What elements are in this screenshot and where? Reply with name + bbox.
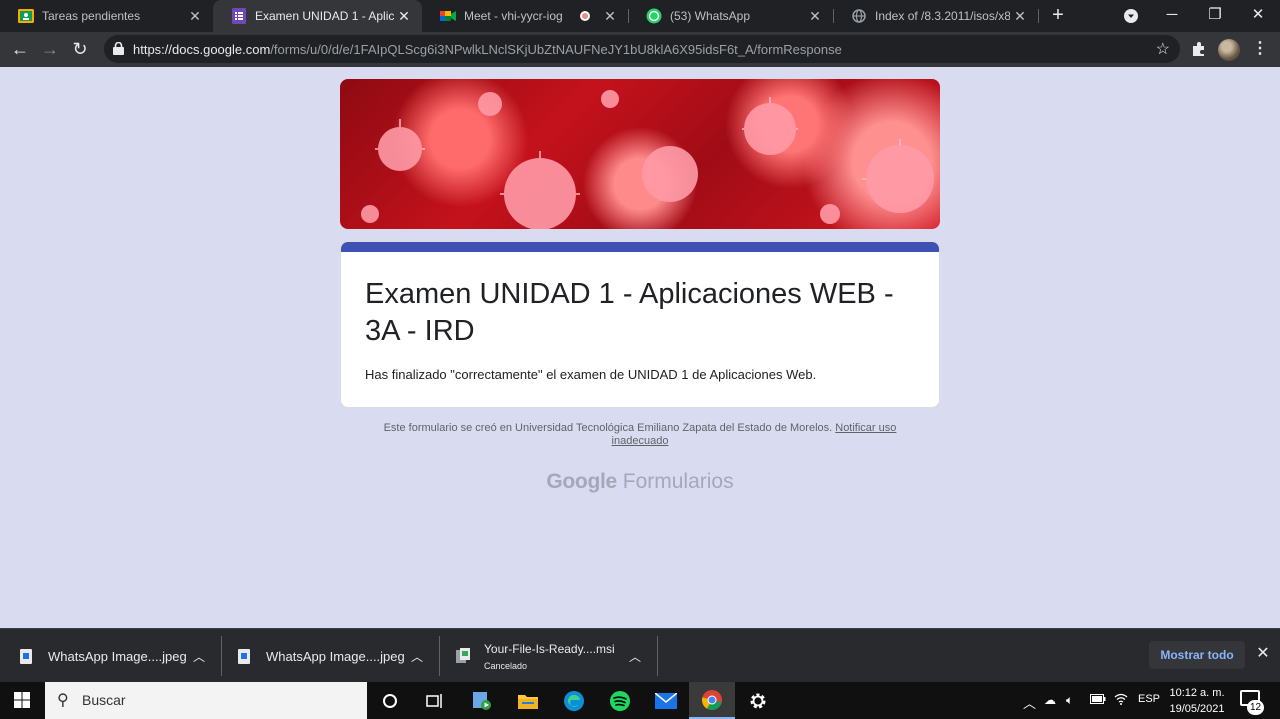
tab-title: Meet - vhi-yycr-iog [464, 9, 563, 23]
extensions-puzzle-icon[interactable] [1187, 37, 1211, 61]
close-shelf-icon[interactable]: ✕ [1253, 643, 1273, 663]
url-path: /forms/u/0/d/e/1FAIpQLScg6i3NPwlkLNclSKj… [270, 42, 842, 57]
search-icon: ⚲ [57, 692, 69, 709]
form-header-image [340, 79, 940, 229]
download-filename: WhatsApp Image....jpeg [48, 648, 187, 664]
tab-tareas-pendientes[interactable]: Tareas pendientes ✕ [0, 0, 213, 32]
restore-button[interactable]: ❐ [1193, 0, 1237, 32]
chevron-up-icon[interactable]: ︿ [411, 648, 423, 665]
close-tab-icon[interactable]: ✕ [600, 8, 620, 25]
tab-meet[interactable]: Meet - vhi-yycr-iog ✕ [422, 0, 628, 32]
minimize-button[interactable]: ─ [1150, 0, 1194, 32]
taskbar-clock[interactable]: 10:12 a. m. 19/05/2021 [1160, 685, 1234, 717]
close-tab-icon[interactable]: ✕ [805, 8, 825, 25]
form-origin-text: Este formulario se creó en Universidad T… [383, 422, 833, 434]
clock-time: 10:12 a. m. [1169, 687, 1225, 699]
tab-search-button[interactable] [1109, 0, 1153, 32]
chevron-up-icon[interactable]: ︿ [629, 648, 641, 665]
google-meet-icon [440, 8, 456, 24]
volume-icon[interactable]: 🔈︎ [1066, 693, 1073, 708]
browser-tab-strip: Tareas pendientes ✕ Examen UNIDAD 1 - Ap… [0, 0, 1280, 32]
more-menu-icon[interactable]: ⋮ [1248, 37, 1272, 61]
media-player-icon[interactable] [459, 682, 505, 719]
download-divider [439, 636, 440, 676]
browser-toolbar: ← → ↻ https://docs.google.com/forms/u/0/… [0, 32, 1280, 67]
battery-icon[interactable] [1090, 693, 1106, 707]
cortana-icon[interactable] [367, 682, 413, 719]
download-item[interactable]: Your-File-Is-Ready....msi Cancelado ︿ [456, 629, 656, 683]
close-tab-icon[interactable]: ✕ [1010, 8, 1030, 25]
image-file-icon [238, 648, 250, 664]
url-host: https://docs.google.com [133, 42, 271, 57]
close-window-button[interactable]: ✕ [1236, 0, 1280, 32]
forward-button[interactable]: → [38, 37, 62, 61]
download-divider [221, 636, 222, 676]
notification-count-badge: 12 [1247, 700, 1264, 715]
google-wordmark: Google [546, 470, 617, 493]
form-confirmation-card: Examen UNIDAD 1 - Aplicaciones WEB - 3A … [340, 241, 940, 408]
download-info: Your-File-Is-Ready....msi Cancelado [484, 642, 615, 671]
file-explorer-icon[interactable] [505, 682, 551, 719]
taskbar-search-box[interactable]: ⚲ Buscar [45, 682, 367, 719]
lock-icon [113, 42, 124, 55]
taskbar-search-placeholder: Buscar [82, 692, 126, 708]
confirmation-message: Has finalizado "correctamente" el examen… [365, 367, 817, 382]
download-shelf: WhatsApp Image....jpeg ︿ WhatsApp Image.… [0, 628, 1280, 682]
forms-wordmark: Formularios [622, 470, 734, 493]
tab-title: Index of /8.3.2011/isos/x86_6 [875, 9, 1010, 23]
mail-icon[interactable] [643, 682, 689, 719]
new-tab-button[interactable]: + [1046, 4, 1070, 28]
download-item[interactable]: WhatsApp Image....jpeg ︿ [20, 629, 220, 683]
tab-index-of-isos[interactable]: Index of /8.3.2011/isos/x86_6 ✕ [833, 0, 1038, 32]
edge-browser-icon[interactable] [551, 682, 597, 719]
windows-start-icon[interactable] [0, 682, 44, 719]
form-title: Examen UNIDAD 1 - Aplicaciones WEB - 3A … [365, 278, 894, 347]
settings-gear-icon[interactable] [735, 682, 781, 719]
download-filename: WhatsApp Image....jpeg [266, 648, 405, 664]
tab-divider [1038, 9, 1039, 23]
chrome-icon[interactable] [689, 682, 735, 719]
download-filename: Your-File-Is-Ready....msi [484, 641, 615, 656]
windows-taskbar: ⚲ Buscar ︿ ☁ 🔈︎ ESP 10:12 a. m. 19/05/20… [0, 682, 1280, 719]
address-bar[interactable]: https://docs.google.com/forms/u/0/d/e/1F… [104, 35, 1180, 63]
download-divider [657, 636, 658, 676]
installer-file-icon [456, 648, 470, 664]
tab-title: Tareas pendientes [42, 9, 141, 23]
form-footer-note: Este formulario se creó en Universidad T… [360, 422, 920, 448]
google-forms-icon [231, 8, 247, 24]
tab-whatsapp[interactable]: (53) WhatsApp ✕ [628, 0, 833, 32]
tab-examen-unidad-1[interactable]: Examen UNIDAD 1 - Aplicacio ✕ [213, 0, 422, 32]
show-hidden-icons-chevron-icon[interactable]: ︿ [1023, 693, 1036, 712]
show-all-downloads-button[interactable]: Mostrar todo [1149, 641, 1245, 669]
chevron-up-icon[interactable]: ︿ [193, 648, 205, 665]
image-file-icon [20, 648, 32, 664]
virus-illustration [361, 90, 934, 229]
task-view-icon[interactable] [412, 682, 458, 719]
back-button[interactable]: ← [8, 37, 32, 61]
recording-indicator-icon [580, 11, 590, 21]
spotify-icon[interactable] [597, 682, 643, 719]
form-page: Examen UNIDAD 1 - Aplicaciones WEB - 3A … [0, 67, 1280, 628]
download-item[interactable]: WhatsApp Image....jpeg ︿ [238, 629, 438, 683]
download-status: Cancelado [484, 660, 528, 671]
close-tab-icon[interactable]: ✕ [394, 8, 414, 25]
form-accent-bar [341, 242, 939, 252]
bookmark-star-icon[interactable]: ☆ [1156, 39, 1170, 59]
reload-button[interactable]: ↻ [68, 37, 92, 61]
whatsapp-icon [646, 8, 662, 24]
tab-title: (53) WhatsApp [670, 9, 751, 23]
input-language-indicator[interactable]: ESP [1138, 693, 1160, 705]
url-text: https://docs.google.com/forms/u/0/d/e/1F… [133, 42, 842, 57]
wifi-icon[interactable] [1114, 693, 1128, 708]
globe-icon [851, 8, 867, 24]
google-forms-logo[interactable]: Google Formularios [0, 470, 1280, 494]
tab-title: Examen UNIDAD 1 - Aplicacio [255, 9, 394, 23]
onedrive-cloud-icon[interactable]: ☁ [1044, 693, 1056, 707]
profile-avatar[interactable] [1218, 39, 1240, 61]
clock-date: 19/05/2021 [1169, 703, 1225, 715]
google-classroom-icon [18, 8, 34, 24]
close-tab-icon[interactable]: ✕ [185, 8, 205, 25]
